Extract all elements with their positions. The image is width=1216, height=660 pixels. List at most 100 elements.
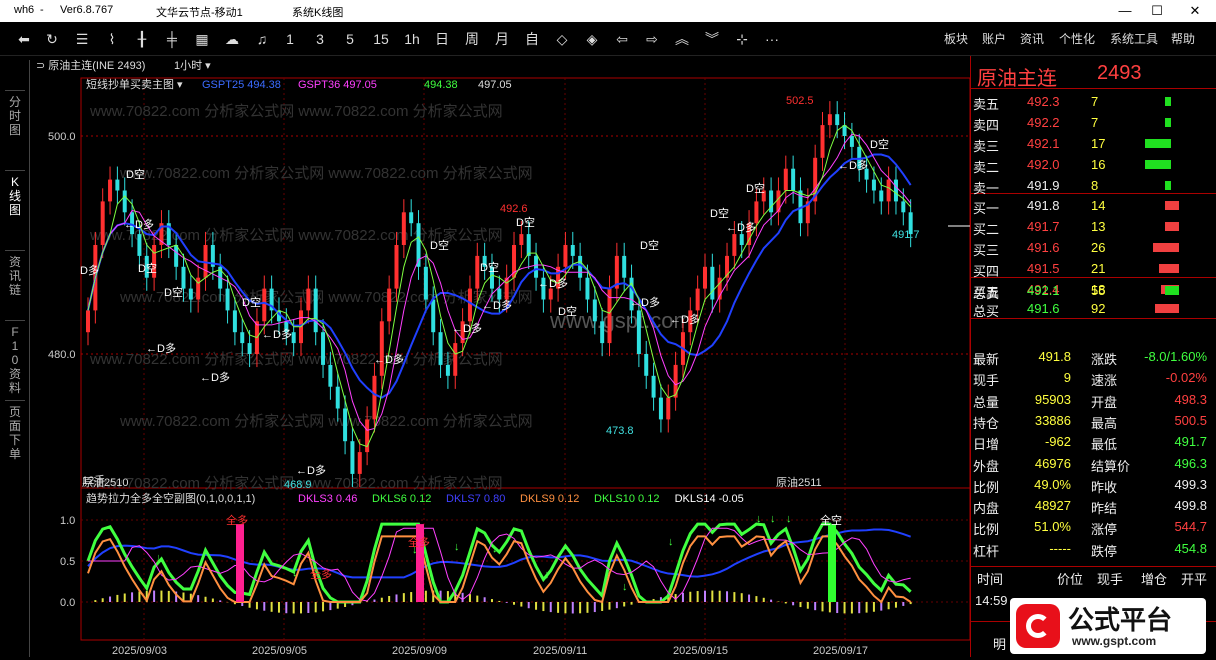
kline-chart[interactable]: 500.0 480.0 2025/09/03 2025/09/05 2025/09/09… — [30, 56, 971, 657]
level-volume: 8 — [1091, 178, 1099, 193]
swing-price-label: 492.6 — [500, 203, 528, 215]
period-day[interactable]: 日 — [432, 29, 452, 49]
left-arrow-icon[interactable]: ⇦ — [612, 29, 632, 49]
back-icon[interactable]: ⬅ — [14, 29, 34, 49]
candle-body — [174, 245, 179, 267]
menu-account[interactable]: 账户 — [982, 30, 1006, 47]
period-15[interactable]: 15 — [370, 29, 392, 49]
candle-body — [600, 321, 605, 344]
watermark-text: www.70822.com 分析家公式网 www.70822.com 分析家公式… — [119, 413, 533, 430]
stat-row: 外盘 46976 结算价 496.3 — [971, 453, 1216, 474]
period-5[interactable]: 5 — [342, 29, 358, 49]
menu-personalize[interactable]: 个性化 — [1059, 30, 1095, 47]
chart-canvas[interactable]: 500.0 480.0 2025/09/03 2025/09/05 2025/09/09… — [30, 56, 971, 657]
custom-period-icon[interactable]: 自 — [522, 29, 542, 49]
zoom-in-icon[interactable]: ◇ — [552, 29, 572, 49]
period-1h[interactable]: 1h — [402, 29, 422, 49]
level-price: 491.7 — [1027, 219, 1060, 234]
left-tab-2[interactable]: 资 讯 链 — [5, 250, 25, 297]
right-arrow-icon[interactable]: ⇨ — [642, 29, 662, 49]
up-icon[interactable]: ︽ — [672, 29, 692, 49]
long-signal: ←D多 — [482, 298, 512, 312]
candle-body — [886, 179, 891, 202]
date-label: 2025/09/09 — [392, 645, 447, 657]
volume-bar — [1165, 201, 1179, 210]
menu-system-tools[interactable]: 系统工具 — [1110, 30, 1158, 47]
col-header: 价位 — [1057, 572, 1084, 587]
candle-body — [225, 288, 230, 311]
date-label: 2025/09/03 — [112, 645, 167, 657]
short-signal: D空 — [870, 137, 889, 151]
stat-label: 比例 — [973, 522, 1000, 538]
down-icon[interactable]: ︾ — [702, 29, 722, 49]
stat-value: 499.3 — [1174, 476, 1207, 492]
minimize-button[interactable]: — — [1110, 0, 1140, 22]
toolbar: ⬅ ↻ ☰ ⌇ ╂ ╪ ▦ ☁ ♫ 1 3 5 15 1h 日 周 月 自 ◇ … — [0, 22, 1216, 56]
candle-body — [526, 234, 531, 256]
long-signal: ←D多 — [200, 370, 230, 384]
short-signal: D空 — [746, 181, 765, 195]
sub-indicator-value: DKLS7 0.80 — [446, 493, 505, 505]
grid-icon[interactable]: ▦ — [192, 29, 212, 49]
volume-bar — [1165, 97, 1171, 106]
long-signal: ←D多 — [630, 295, 660, 309]
candle-body — [622, 255, 627, 278]
total-sell-volume: 55 — [1091, 283, 1106, 298]
candle-body — [86, 310, 90, 333]
candle-body — [232, 310, 237, 333]
tab-more: 明 — [993, 637, 1007, 652]
left-tab-1[interactable]: K 线 图 — [5, 170, 25, 217]
menu-sector[interactable]: 板块 — [944, 30, 968, 47]
candlestick-icon[interactable]: ╂ — [132, 29, 152, 49]
candle-body — [343, 408, 348, 442]
stat-value: 49.0% — [1034, 476, 1071, 492]
bar-icon[interactable]: ╪ — [162, 29, 182, 49]
period-month[interactable]: 月 — [492, 29, 512, 49]
bell-icon[interactable]: ♫ — [252, 29, 272, 49]
period-1[interactable]: 1 — [282, 29, 298, 49]
down-arrow-icon: ↓ — [668, 536, 674, 548]
menu-news[interactable]: 资讯 — [1020, 30, 1044, 47]
candle-body — [313, 288, 318, 333]
more-icon[interactable]: ··· — [762, 29, 782, 49]
col-header: 现手 — [1097, 572, 1124, 587]
candle-body — [563, 245, 568, 267]
stat-label: 比例 — [973, 479, 1000, 495]
candle-body — [871, 179, 876, 191]
stat-row: 杠杆 ----- 跌停 454.8 — [971, 538, 1216, 559]
stat-label: 最高 — [1091, 415, 1118, 431]
left-tab-0[interactable]: 分 时 图 — [5, 90, 25, 137]
menu-help[interactable]: 帮助 — [1171, 30, 1195, 47]
period-week[interactable]: 周 — [462, 29, 482, 49]
full-short-label: 全空 — [820, 513, 842, 527]
level-price: 491.9 — [1027, 178, 1060, 193]
close-button[interactable]: ✕ — [1180, 0, 1210, 22]
left-tab-4[interactable]: 页 面 下 单 — [5, 400, 25, 461]
short-signal: D空 — [126, 167, 145, 181]
down-arrow-icon: ↓ — [544, 569, 550, 581]
level-label: 卖二 — [973, 160, 1000, 175]
cloud-icon[interactable]: ☁ — [222, 29, 242, 49]
level-price: 492.2 — [1027, 115, 1060, 130]
left-tab-3[interactable]: F 1 0 资 料 — [5, 320, 25, 395]
price-axis-label: 480.0 — [48, 349, 76, 361]
candle-body — [644, 354, 649, 376]
logo-url: www.gspt.com — [1072, 634, 1157, 648]
volume-bar — [1153, 243, 1179, 252]
stat-value: 9 — [1063, 370, 1071, 386]
line-chart-icon[interactable]: ⌇ — [102, 29, 122, 49]
title-sep: - — [40, 4, 44, 16]
period-3[interactable]: 3 — [312, 29, 328, 49]
maximize-button[interactable]: ☐ — [1142, 0, 1172, 22]
list-icon[interactable]: ☰ — [72, 29, 92, 49]
level-volume: 17 — [1091, 136, 1106, 151]
zoom-out-icon[interactable]: ◈ — [582, 29, 602, 49]
date-label: 2025/09/15 — [673, 645, 728, 657]
stat-value: -8.0/1.60% — [1144, 349, 1207, 364]
date-label: 2025/09/11 — [533, 645, 587, 657]
template-name: 系统K线图 — [292, 7, 344, 19]
down-arrow-icon: ↓ — [756, 513, 762, 525]
refresh-icon[interactable]: ↻ — [42, 29, 62, 49]
sub-indicator-value: DKLS14 -0.05 — [675, 493, 744, 505]
crosshair-icon[interactable]: ⊹ — [732, 29, 752, 49]
